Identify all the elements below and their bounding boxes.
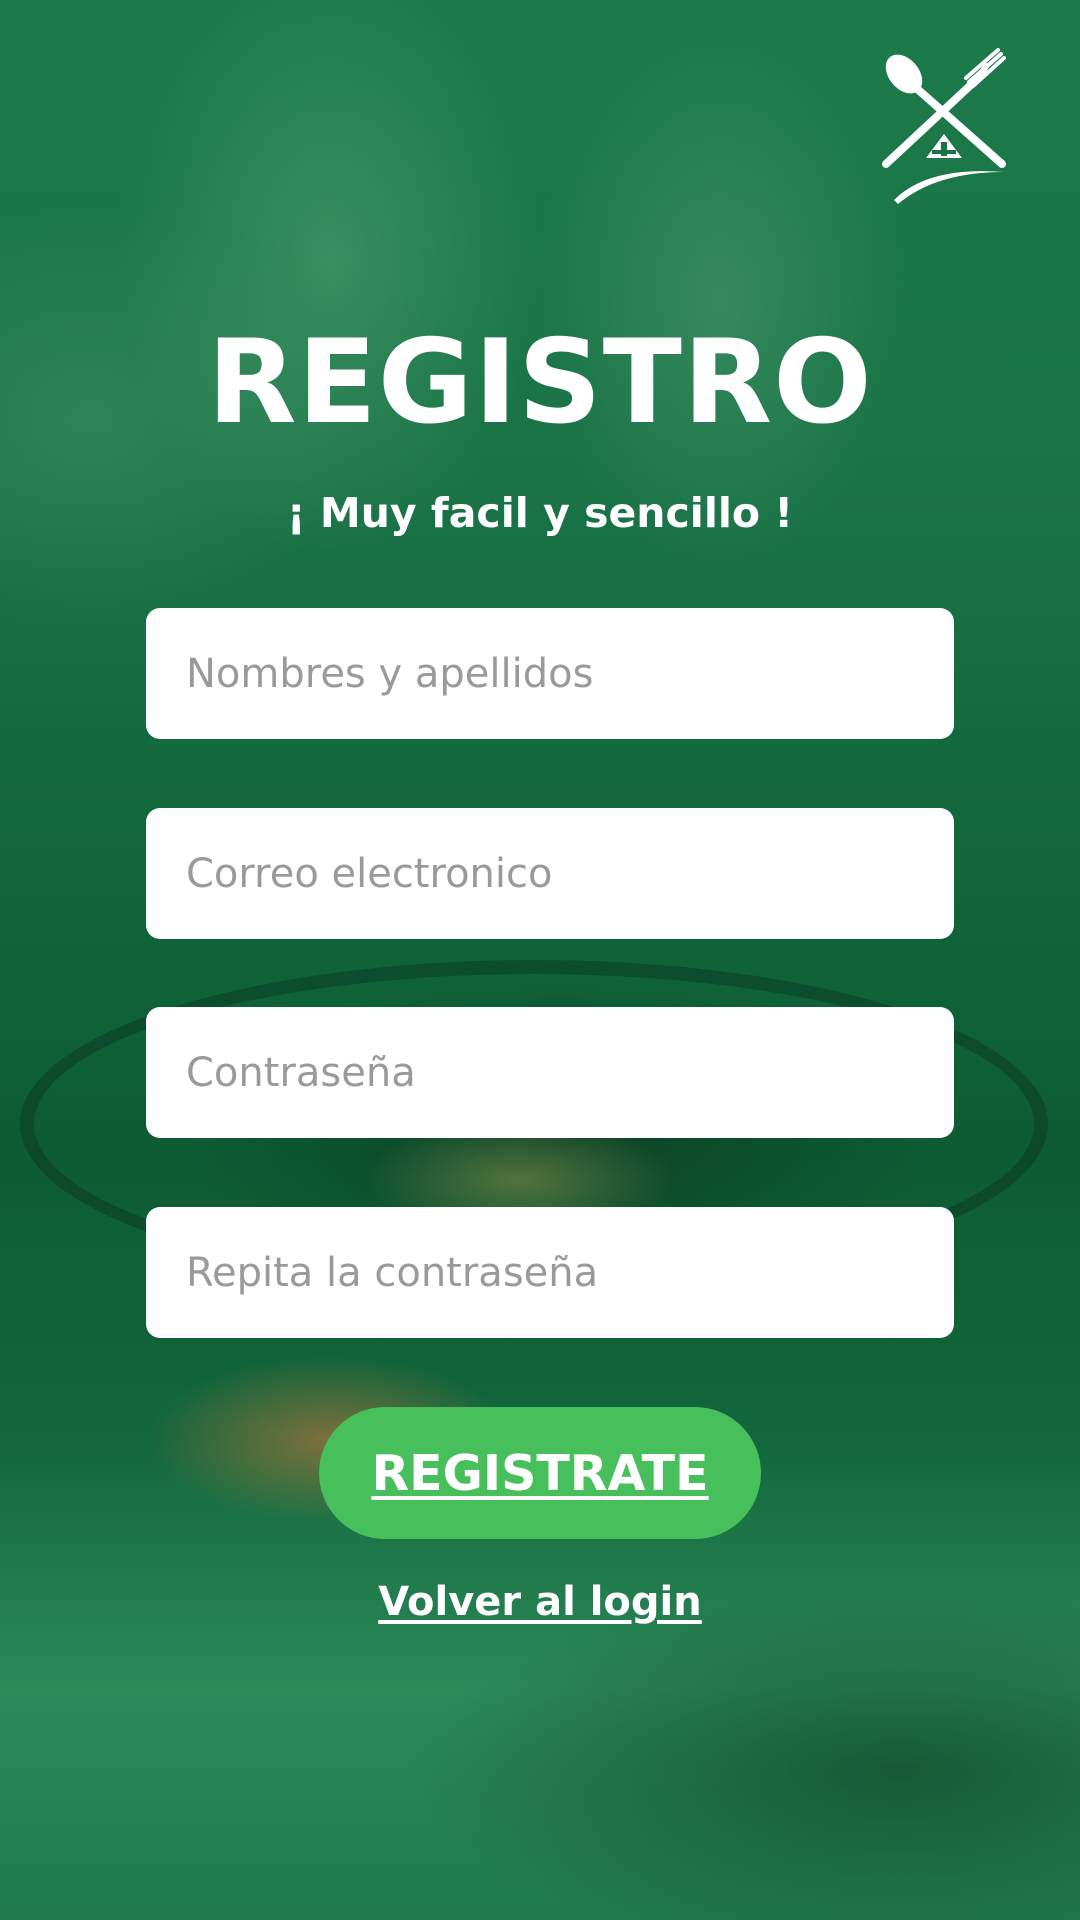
back-to-login-link[interactable]: Volver al login — [0, 1576, 1080, 1628]
email-input[interactable] — [146, 808, 954, 939]
page-title: REGISTRO — [207, 315, 873, 450]
spoon-fork-house-logo-icon — [882, 48, 1006, 204]
register-button[interactable]: REGISTRATE — [319, 1407, 761, 1539]
full-name-input[interactable] — [146, 608, 954, 739]
repeat-password-input[interactable] — [146, 1207, 954, 1338]
password-input[interactable] — [146, 1007, 954, 1138]
app-logo — [878, 48, 1010, 208]
page-subtitle: ¡ Muy facil y sencillo ! — [286, 489, 794, 537]
